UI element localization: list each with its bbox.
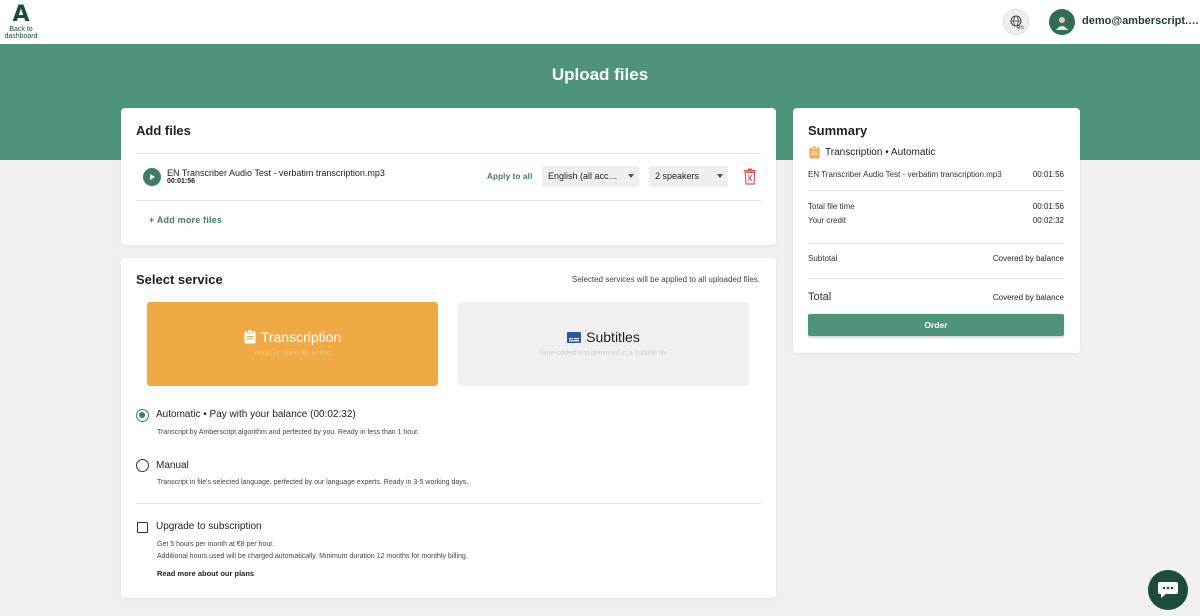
back-label-line2: dashboard [4,33,38,40]
amberscript-logo: A [12,2,30,27]
trash-icon[interactable] [743,168,757,185]
divider [136,153,761,154]
summary-title: Summary [808,123,868,138]
add-files-title: Add files [136,123,191,138]
credit-row: Your credit 00:02:32 [808,216,1064,225]
manual-option-title[interactable]: Manual [156,460,189,471]
summary-service-label: Transcription • Automatic [825,147,936,158]
tile-title-row: Subtitles [458,329,749,345]
language-switcher[interactable]: en [1003,9,1029,35]
speakers-select-value: 2 speakers [655,171,700,181]
user-email[interactable]: demo@amberscript.com [1082,15,1200,27]
tile-label-subtitles: Subtitles [586,329,640,345]
upgrade-title[interactable]: Upgrade to subscription [156,521,262,532]
manual-option-desc: Transcript in file's selected language, … [157,479,469,486]
total-file-time-value: 00:01:56 [1032,202,1064,211]
divider [136,200,761,201]
user-avatar[interactable] [1049,9,1075,35]
subtitles-icon [567,331,582,343]
tile-label-transcription: Transcription [260,329,342,345]
language-code: en [1017,25,1024,31]
credit-label: Your credit [808,216,846,225]
chevron-down-icon [628,174,634,178]
user-icon [1056,17,1068,30]
select-service-title: Select service [136,272,223,287]
tile-sub-transcription: Audio or video file to text [254,350,331,357]
summary-file-duration: 00:01:56 [1032,170,1064,179]
summary-file-row: EN Transcriber Audio Test - verbatim tra… [808,170,1064,179]
automatic-option-desc: Transcript by Amberscript algorithm and … [157,429,419,436]
apply-to-all-button[interactable]: Apply to all [487,172,533,181]
divider [808,190,1064,191]
order-button[interactable]: Order [808,314,1064,336]
subtotal-row: Subtotal Covered by balance [808,254,1064,263]
summary-service: Transcription • Automatic [809,146,935,159]
chat-widget-button[interactable] [1148,570,1188,610]
summary-card: Summary Transcription • Automatic EN Tra… [793,108,1080,353]
total-file-time-row: Total file time 00:01:56 [808,202,1064,211]
file-name: EN Transcriber Audio Test - verbatim tra… [167,168,385,178]
clipboard-icon [809,146,820,159]
total-row: Total Covered by balance [808,291,1064,303]
read-more-plans-link[interactable]: Read more about our plans [157,569,254,578]
back-to-dashboard-link[interactable]: A Back to dashboard [4,2,38,41]
tile-title-row: Transcription [147,329,438,345]
chevron-down-icon [717,174,723,178]
add-files-card: Add files EN Transcriber Audio Test - ve… [121,108,776,245]
summary-file-name: EN Transcriber Audio Test - verbatim tra… [808,170,1002,179]
select-service-card: Select service Selected services will be… [121,258,776,598]
service-tile-subtitles[interactable]: Subtitles Time-coded text delivered in a… [458,302,749,386]
tile-sub-subtitles: Time-coded text delivered in a subtitle … [539,350,668,357]
automatic-option-title[interactable]: Automatic • Pay with your balance (00:02… [156,409,356,420]
upgrade-line2: Additional hours used will be charged au… [157,553,468,560]
page-title: Upload files [551,65,649,84]
subtotal-value: Covered by balance [992,254,1064,263]
chat-icon [1158,582,1178,598]
service-note: Selected services will be applied to all… [571,275,760,284]
play-icon [150,174,155,180]
upgrade-subscription-checkbox[interactable] [137,522,148,533]
divider [808,243,1064,244]
credit-value: 00:02:32 [1032,216,1064,225]
top-bar: A Back to dashboard en demo@amberscript.… [0,0,1200,44]
speakers-select[interactable]: 2 speakers [649,166,728,187]
play-button[interactable] [143,168,161,186]
subtotal-label: Subtotal [808,254,838,263]
language-select[interactable]: English (all accents) [542,166,639,187]
add-more-files-button[interactable]: + Add more files [149,215,222,225]
total-label: Total [808,291,832,303]
total-file-time-label: Total file time [808,202,855,211]
divider [808,278,1064,279]
upgrade-line1: Get 5 hours per month at €8 per hour. [157,541,275,548]
manual-radio[interactable] [136,459,149,472]
back-label-line1: Back to [9,26,33,33]
service-tile-transcription[interactable]: Transcription Audio or video file to tex… [147,302,438,386]
language-select-value: English (all accents) [548,171,622,181]
automatic-radio[interactable] [136,409,149,422]
divider [136,503,761,504]
clipboard-icon [244,330,256,344]
total-value: Covered by balance [992,292,1064,302]
file-duration: 00:01:56 [167,178,196,185]
